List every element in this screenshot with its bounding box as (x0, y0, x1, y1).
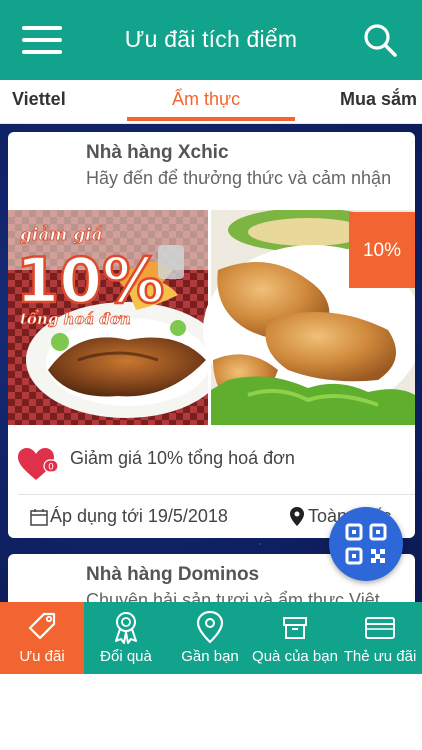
qr-scan-button[interactable] (329, 507, 403, 581)
nav-label: Quà của bạn (252, 648, 338, 665)
like-count: 0 (48, 463, 54, 473)
page-title: Ưu đãi tích điểm (124, 26, 298, 52)
nav-the-uu-dai[interactable]: Thẻ ưu đãi (338, 602, 422, 674)
nav-label: Thẻ ưu đãi (343, 648, 417, 665)
tag-icon (28, 612, 56, 640)
app-header: Ưu đãi tích điểm (0, 0, 422, 80)
banner-text-bottom: tổng hoá đơn (20, 310, 131, 328)
qr-code-icon (345, 523, 387, 565)
map-pin-icon (196, 610, 224, 644)
active-tab-indicator (127, 117, 295, 121)
location-pin-icon (290, 507, 304, 526)
restaurant-name: Nhà hàng Dominos (86, 564, 260, 585)
tab-am-thuc[interactable]: Ẩm thực (172, 89, 240, 110)
restaurant-name: Nhà hàng Xchic (86, 142, 229, 163)
nav-qua-cua-ban[interactable]: Quà của bạn (252, 602, 338, 674)
discount-badge: 10% (349, 212, 415, 288)
tab-mua-sam[interactable]: Mua sắm (340, 89, 417, 110)
banner-text-top: giảm giá (20, 225, 103, 245)
banner-text-big: 10% (16, 244, 164, 317)
tab-viettel[interactable]: Viettel (12, 89, 66, 110)
card-icon (365, 617, 395, 639)
offer-description: Giảm giá 10% tổng hoá đơn (70, 448, 295, 468)
divider (18, 494, 415, 495)
valid-until-date: Áp dụng tới 19/5/2018 (50, 506, 228, 526)
offer-row: 0 Giảm giá 10% tổng hoá đơn (8, 432, 415, 494)
offer-card[interactable]: Nhà hàng Xchic Hãy đến để thưởng thức và… (8, 132, 415, 538)
award-icon (115, 612, 137, 644)
gift-box-icon (283, 617, 307, 639)
restaurant-description: Chuyên hải sản tươi và ẩm thực Việt (86, 590, 380, 602)
search-icon[interactable] (362, 22, 398, 58)
heart-icon[interactable]: 0 (18, 448, 58, 482)
calendar-icon (30, 509, 48, 526)
app-screen: Ưu đãi tích điểm Viettel Ẩm thực Mua sắm… (0, 0, 422, 750)
nav-label: Gần bạn (181, 648, 239, 665)
nav-uu-dai[interactable]: Ưu đãi (0, 602, 84, 674)
bottom-navigation: Ưu đãi Đổi quà Gần bạn Quà của bạn Thẻ ư… (0, 602, 422, 674)
nav-label: Ưu đãi (19, 648, 65, 665)
restaurant-description: Hãy đến để thưởng thức và cảm nhận (86, 168, 392, 188)
nav-label: Đổi quà (100, 648, 152, 665)
nav-doi-qua[interactable]: Đổi quà (84, 602, 168, 674)
nav-gan-ban[interactable]: Gần bạn (168, 602, 252, 674)
